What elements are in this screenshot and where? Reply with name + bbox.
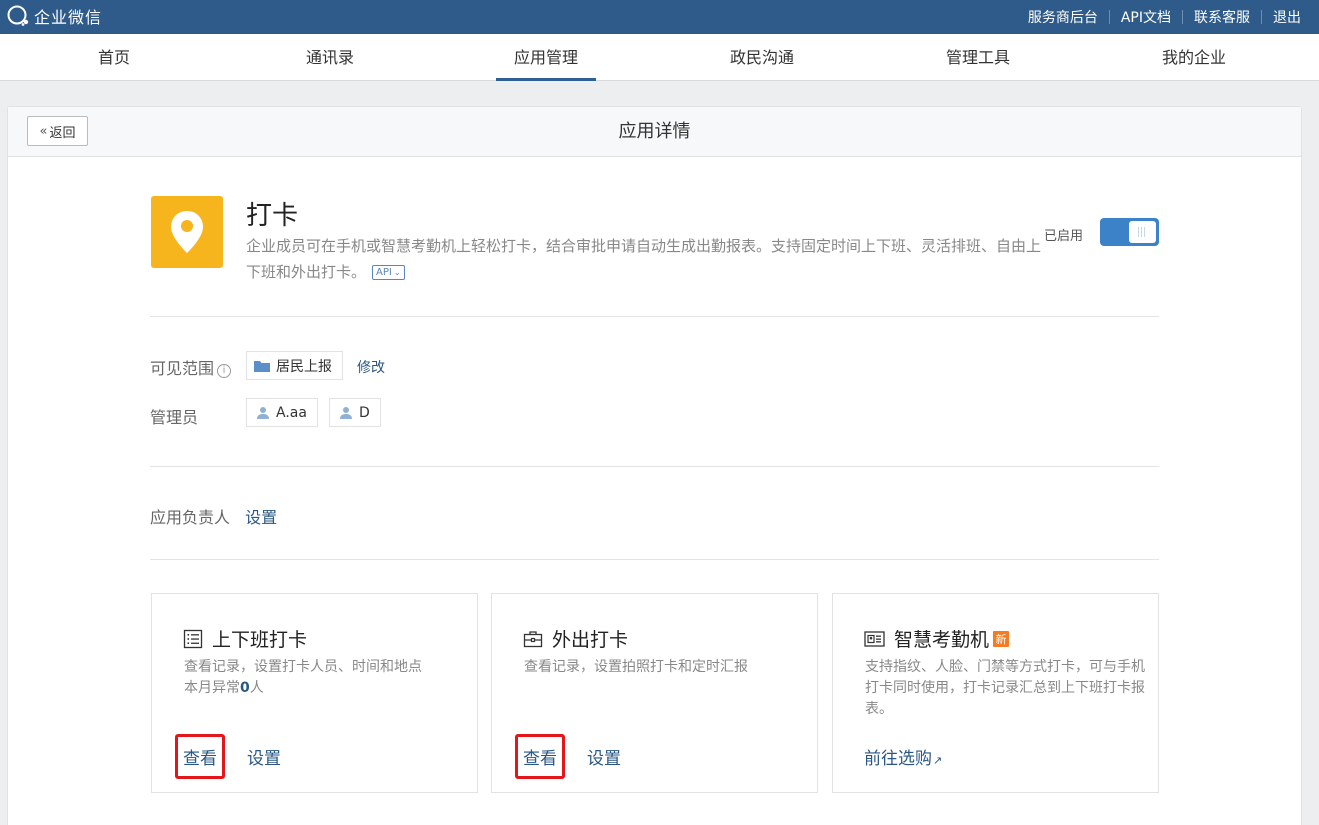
card-title: 外出打卡	[523, 625, 628, 652]
admin-name: D	[359, 404, 370, 421]
wecom-logo-icon	[7, 5, 29, 26]
external-link-icon: ↗	[933, 754, 943, 767]
settings-button[interactable]: 设置	[247, 744, 281, 769]
buy-link-label: 前往选购	[864, 749, 932, 769]
user-icon	[257, 406, 269, 419]
logo[interactable]: 企业微信	[6, 5, 102, 27]
card-title-text: 智慧考勤机	[894, 629, 990, 651]
nav-my-enterprise[interactable]: 我的企业	[1124, 34, 1264, 81]
set-owner-link[interactable]: 设置	[245, 508, 277, 527]
list-icon	[183, 629, 203, 648]
logout-link[interactable]: 退出	[1273, 7, 1301, 27]
service-provider-link[interactable]: 服务商后台	[1028, 7, 1098, 27]
app-icon	[151, 196, 223, 268]
nav-management-tools[interactable]: 管理工具	[908, 34, 1048, 81]
enable-toggle[interactable]	[1100, 218, 1159, 246]
card-actions: 前往选购↗	[864, 744, 972, 769]
api-tag[interactable]: API ⌄	[372, 265, 405, 280]
card-attendance-device: 智慧考勤机 新 支持指纹、人脸、门禁等方式打卡，可与手机打卡同时使用，打卡记录汇…	[832, 593, 1159, 793]
toggle-knob	[1129, 221, 1156, 243]
attendance-device-icon	[864, 630, 885, 647]
visibility-label: 可见范围 i	[150, 355, 232, 379]
admin-chip: A.aa	[246, 398, 318, 427]
view-button[interactable]: 查看	[175, 734, 225, 779]
owner-row: 应用负责人 设置	[150, 504, 277, 528]
top-bar: 企业微信 服务商后台 API文档 联系客服 退出	[0, 0, 1319, 34]
panel-header: 应用详情 « 返回	[8, 107, 1301, 157]
modify-visibility-link[interactable]: 修改	[357, 357, 385, 377]
nav-contacts[interactable]: 通讯录	[260, 34, 400, 81]
abnormal-suffix: 人	[249, 680, 264, 696]
page-title: 应用详情	[618, 121, 691, 142]
back-button[interactable]: « 返回	[27, 116, 88, 146]
info-icon[interactable]: i	[217, 364, 232, 378]
card-title-text: 上下班打卡	[212, 629, 308, 651]
new-badge: 新	[993, 630, 1010, 647]
abnormal-count-line: 本月异常0人	[184, 678, 464, 699]
abnormal-count: 0	[240, 680, 250, 696]
user-icon	[340, 406, 352, 419]
admin-label: 管理员	[150, 408, 199, 427]
dept-name: 居民上报	[276, 358, 332, 375]
settings-button[interactable]: 设置	[587, 744, 621, 769]
main-nav: 首页 通讯录 应用管理 政民沟通 管理工具 我的企业	[0, 34, 1319, 81]
card-outside-clock-in: 外出打卡 查看记录，设置拍照打卡和定时汇报 查看 设置	[491, 593, 818, 793]
card-description: 查看记录，设置打卡人员、时间和地点 本月异常0人	[184, 657, 464, 699]
status-label: 已启用	[1044, 229, 1084, 244]
logo-text: 企业微信	[34, 8, 103, 27]
divider	[1108, 10, 1110, 24]
admin-chip: D	[329, 398, 381, 427]
location-pin-icon	[171, 211, 203, 253]
nav-app-management[interactable]: 应用管理	[476, 34, 616, 81]
card-clock-in-out: 上下班打卡 查看记录，设置打卡人员、时间和地点 本月异常0人 查看 设置	[151, 593, 478, 793]
double-chevron-left-icon: «	[39, 123, 48, 139]
api-tag-label: API	[376, 267, 392, 278]
card-desc-line: 查看记录，设置打卡人员、时间和地点	[184, 659, 422, 675]
view-button[interactable]: 查看	[515, 734, 565, 779]
owner-label: 应用负责人	[150, 508, 231, 527]
app-detail-panel: 应用详情 « 返回 打卡 企业成员可在手机或智慧考勤机上轻松打卡，结合审批申请自…	[7, 106, 1302, 825]
app-name: 打卡	[246, 201, 299, 231]
contact-support-link[interactable]: 联系客服	[1194, 7, 1250, 27]
top-links: 服务商后台 API文档 联系客服 退出	[1028, 0, 1301, 34]
divider	[1182, 10, 1183, 24]
card-title-text: 外出打卡	[552, 629, 629, 651]
admin-name: A.aa	[276, 404, 307, 421]
card-description: 查看记录，设置拍照打卡和定时汇报	[524, 659, 748, 675]
card-actions: 查看 设置	[175, 734, 311, 779]
chevron-down-icon: ⌄	[393, 268, 401, 277]
divider	[1261, 10, 1262, 24]
briefcase-icon	[523, 630, 543, 647]
card-actions: 查看 设置	[515, 734, 651, 779]
buy-link[interactable]: 前往选购↗	[864, 744, 942, 769]
divider	[150, 466, 1159, 467]
card-title: 上下班打卡	[183, 625, 307, 652]
divider	[150, 559, 1159, 560]
divider	[150, 316, 1159, 317]
visibility-dept-chip: 居民上报	[246, 351, 343, 380]
app-description-text: 企业成员可在手机或智慧考勤机上轻松打卡，结合审批申请自动生成出勤报表。支持固定时…	[246, 237, 1042, 281]
api-docs-link[interactable]: API文档	[1121, 7, 1171, 27]
folder-icon	[254, 360, 270, 372]
app-description: 企业成员可在手机或智慧考勤机上轻松打卡，结合审批申请自动生成出勤报表。支持固定时…	[246, 233, 1046, 285]
nav-home[interactable]: 首页	[44, 34, 184, 81]
abnormal-prefix: 本月异常	[184, 680, 240, 696]
back-label: 返回	[49, 125, 76, 141]
card-description: 支持指纹、人脸、门禁等方式打卡，可与手机打卡同时使用，打卡记录汇总到上下班打卡报…	[865, 659, 1145, 717]
visibility-label-text: 可见范围	[150, 359, 215, 378]
card-title: 智慧考勤机 新	[864, 625, 1010, 652]
nav-gov-communication[interactable]: 政民沟通	[692, 34, 832, 81]
